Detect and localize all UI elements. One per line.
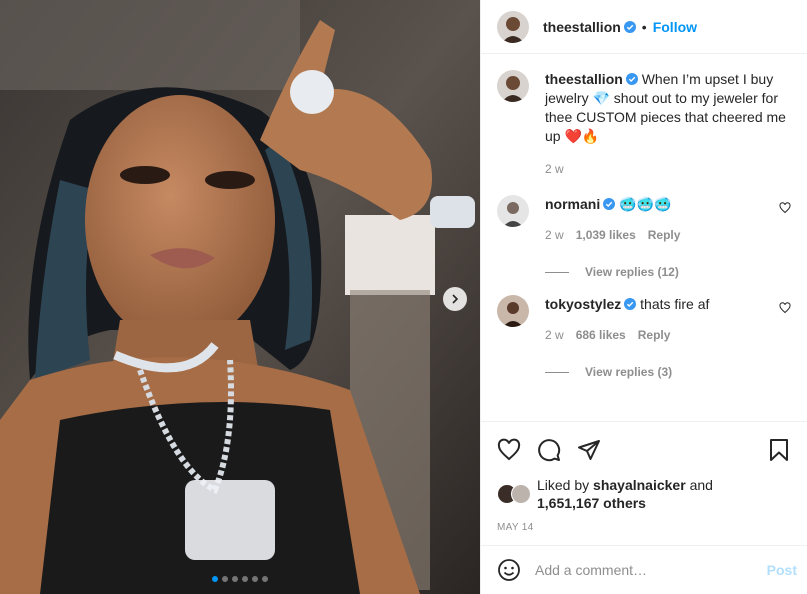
avatar-image: [497, 295, 529, 327]
like-heart-icon[interactable]: [497, 438, 521, 462]
gem-emoji: 💎: [592, 90, 610, 106]
add-comment-input[interactable]: [535, 562, 767, 578]
verified-badge-icon: [625, 73, 638, 85]
replies-divider-line: [545, 371, 569, 373]
emoji-icon[interactable]: [497, 558, 521, 582]
header-separator: •: [641, 18, 647, 35]
likes-count[interactable]: 1,651,167 others: [537, 495, 646, 511]
view-replies-button[interactable]: View replies (12): [545, 265, 791, 279]
like-comment-heart-icon[interactable]: [779, 201, 791, 217]
comment-age[interactable]: 2 w: [545, 226, 564, 245]
post-media[interactable]: [0, 0, 480, 594]
comment-likes[interactable]: 686 likes: [576, 326, 626, 345]
liker-avatar: [511, 484, 531, 504]
liked-by-conj: and: [689, 477, 713, 493]
carousel-dot: [222, 576, 228, 582]
post-date[interactable]: MAY 14: [497, 522, 791, 533]
post-actions: Liked by shayalnaicker and 1,651,167 oth…: [481, 421, 807, 533]
post-photo: [0, 0, 480, 594]
commenter-avatar[interactable]: [497, 195, 529, 227]
caption-avatar[interactable]: [497, 70, 529, 102]
likes-summary: Liked by shayalnaicker and 1,651,167 oth…: [497, 476, 791, 512]
avatar-image: [497, 10, 529, 43]
comment-likes[interactable]: 1,039 likes: [576, 226, 636, 245]
like-comment-heart-icon[interactable]: [779, 301, 791, 317]
comment-item: normani 🥶🥶🥶 2 w 1,039 likes Reply: [497, 195, 791, 245]
carousel-indicator: [0, 576, 480, 582]
bookmark-icon[interactable]: [767, 438, 791, 462]
post-comment-button[interactable]: Post: [767, 562, 797, 578]
comments-section: theestallion When I’m upset I buy jewelr…: [481, 54, 807, 421]
comment-item: tokyostylez thats fire af 2 w 686 likes …: [497, 295, 791, 345]
carousel-dot: [232, 576, 238, 582]
carousel-dot-active: [212, 576, 218, 582]
commenter-avatar[interactable]: [497, 295, 529, 327]
reply-button[interactable]: Reply: [648, 226, 681, 245]
view-replies-label: View replies (12): [585, 265, 679, 279]
commenter-username[interactable]: normani: [545, 196, 600, 212]
carousel-dot: [262, 576, 268, 582]
verified-badge-icon: [624, 298, 637, 310]
caption-age[interactable]: 2 w: [545, 160, 564, 179]
author-username[interactable]: theestallion: [543, 19, 621, 35]
view-replies-button[interactable]: View replies (3): [545, 365, 791, 379]
carousel-dot: [242, 576, 248, 582]
carousel-dot: [252, 576, 258, 582]
commenter-username[interactable]: tokyostylez: [545, 296, 621, 312]
verified-badge-icon: [603, 198, 616, 210]
comment-bubble-icon[interactable]: [537, 438, 561, 462]
liker-avatars[interactable]: [497, 484, 531, 504]
next-slide-button[interactable]: [443, 287, 467, 311]
heart-fire-emoji: ❤️🔥: [564, 128, 600, 144]
chevron-right-icon: [452, 294, 459, 304]
view-replies-label: View replies (3): [585, 365, 673, 379]
avatar-image: [497, 195, 529, 227]
instagram-post: theestallion • Follow theestallion When …: [0, 0, 807, 594]
add-comment-bar: Post: [481, 545, 807, 594]
caption-username[interactable]: theestallion: [545, 71, 623, 87]
liked-by-prefix: Liked by: [537, 477, 590, 493]
verified-badge-icon: [623, 20, 636, 33]
comment-text: thats fire af: [640, 296, 710, 312]
comment-text: 🥶🥶🥶: [619, 196, 672, 212]
avatar-image: [497, 70, 529, 102]
share-paper-plane-icon[interactable]: [577, 438, 601, 462]
reply-button[interactable]: Reply: [638, 326, 671, 345]
liked-by-user[interactable]: shayalnaicker: [593, 477, 686, 493]
action-bar: [497, 434, 791, 466]
author-avatar[interactable]: [497, 10, 529, 43]
replies-divider-line: [545, 271, 569, 273]
follow-button[interactable]: Follow: [653, 19, 697, 35]
post-sidebar: theestallion • Follow theestallion When …: [480, 0, 807, 594]
post-header: theestallion • Follow: [481, 0, 807, 54]
caption: theestallion When I’m upset I buy jewelr…: [497, 70, 791, 179]
comment-age[interactable]: 2 w: [545, 326, 564, 345]
